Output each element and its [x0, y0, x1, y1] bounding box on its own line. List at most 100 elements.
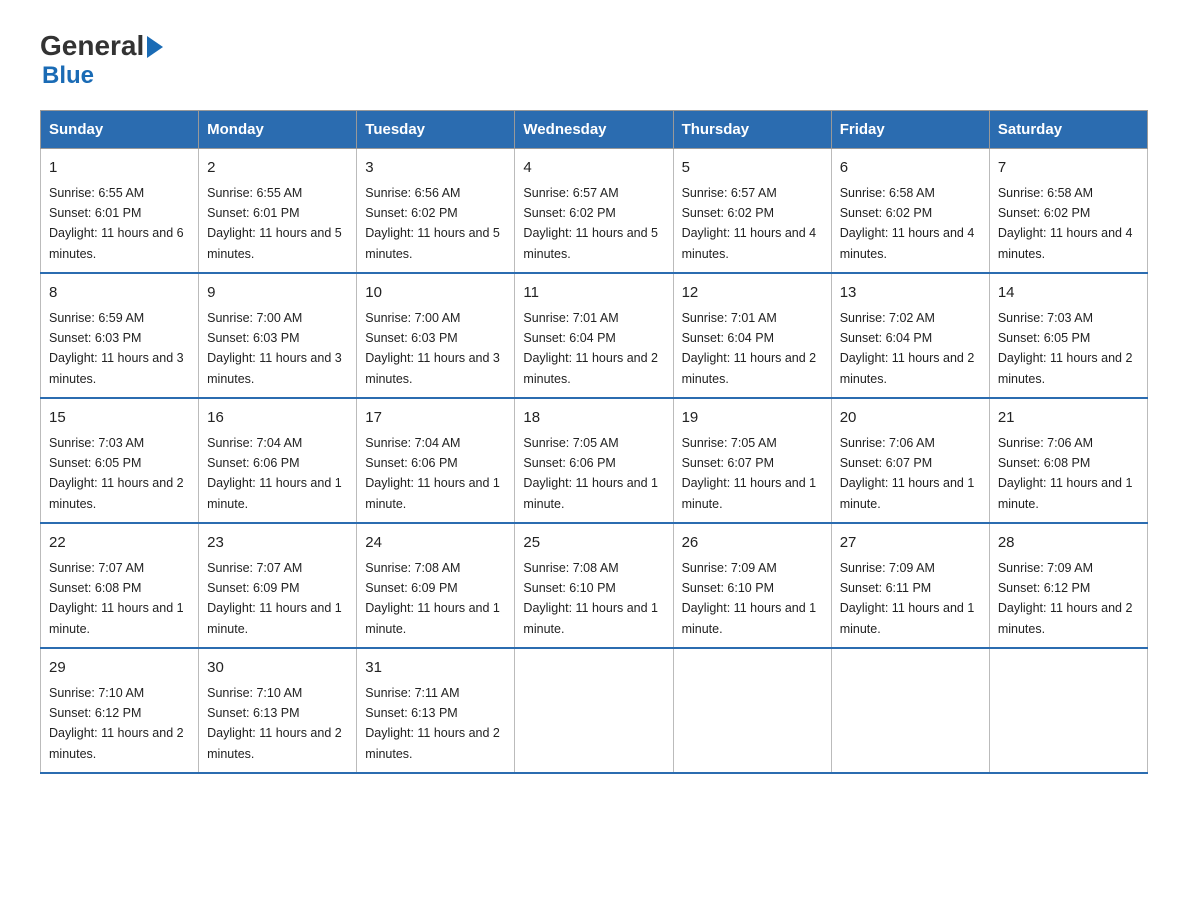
calendar-week-row: 22 Sunrise: 7:07 AMSunset: 6:08 PMDayligh…	[41, 523, 1148, 648]
day-info: Sunrise: 7:09 AMSunset: 6:11 PMDaylight:…	[840, 561, 975, 636]
day-info: Sunrise: 6:55 AMSunset: 6:01 PMDaylight:…	[207, 186, 342, 261]
logo: General Blue	[40, 30, 163, 90]
calendar-cell: 13Sunrise: 7:02 AMSunset: 6:04 PMDayligh…	[831, 273, 989, 398]
day-info: Sunrise: 7:11 AMSunset: 6:13 PMDaylight:…	[365, 686, 500, 761]
calendar-cell: 25 Sunrise: 7:08 AMSunset: 6:10 PMDayligh…	[515, 523, 673, 648]
calendar-cell: 4 Sunrise: 6:57 AMSunset: 6:02 PMDaylight…	[515, 149, 673, 274]
day-number: 31	[365, 657, 506, 680]
day-info: Sunrise: 7:10 AMSunset: 6:13 PMDaylight:…	[207, 686, 342, 761]
day-number: 28	[998, 532, 1139, 555]
day-info: Sunrise: 7:04 AMSunset: 6:06 PMDaylight:…	[365, 436, 500, 511]
day-number: 23	[207, 532, 348, 555]
day-number: 17	[365, 407, 506, 430]
calendar-header-row: SundayMondayTuesdayWednesdayThursdayFrid…	[41, 111, 1148, 149]
day-number: 3	[365, 157, 506, 180]
calendar-cell: 20Sunrise: 7:06 AMSunset: 6:07 PMDayligh…	[831, 398, 989, 523]
day-number: 22	[49, 532, 190, 555]
calendar-week-row: 8 Sunrise: 6:59 AMSunset: 6:03 PMDaylight…	[41, 273, 1148, 398]
day-info: Sunrise: 6:55 AMSunset: 6:01 PMDaylight:…	[49, 186, 184, 261]
day-number: 14	[998, 282, 1139, 305]
calendar-cell: 3 Sunrise: 6:56 AMSunset: 6:02 PMDaylight…	[357, 149, 515, 274]
day-info: Sunrise: 7:04 AMSunset: 6:06 PMDaylight:…	[207, 436, 342, 511]
day-info: Sunrise: 7:09 AMSunset: 6:10 PMDaylight:…	[682, 561, 817, 636]
calendar-cell: 9 Sunrise: 7:00 AMSunset: 6:03 PMDaylight…	[199, 273, 357, 398]
calendar-cell: 29 Sunrise: 7:10 AMSunset: 6:12 PMDayligh…	[41, 648, 199, 773]
day-of-week-header: Thursday	[673, 111, 831, 149]
day-number: 20	[840, 407, 981, 430]
calendar-cell: 30 Sunrise: 7:10 AMSunset: 6:13 PMDayligh…	[199, 648, 357, 773]
calendar-cell: 18Sunrise: 7:05 AMSunset: 6:06 PMDayligh…	[515, 398, 673, 523]
calendar-cell: 14 Sunrise: 7:03 AMSunset: 6:05 PMDayligh…	[989, 273, 1147, 398]
day-info: Sunrise: 7:07 AMSunset: 6:09 PMDaylight:…	[207, 561, 342, 636]
day-info: Sunrise: 6:59 AMSunset: 6:03 PMDaylight:…	[49, 311, 184, 386]
day-number: 15	[49, 407, 190, 430]
day-info: Sunrise: 7:06 AMSunset: 6:08 PMDaylight:…	[998, 436, 1133, 511]
day-info: Sunrise: 6:58 AMSunset: 6:02 PMDaylight:…	[840, 186, 975, 261]
day-of-week-header: Tuesday	[357, 111, 515, 149]
logo-general-text: General	[40, 30, 144, 62]
calendar-cell: 27 Sunrise: 7:09 AMSunset: 6:11 PMDayligh…	[831, 523, 989, 648]
calendar-cell	[989, 648, 1147, 773]
logo-blue-line: Blue	[40, 62, 163, 90]
day-number: 29	[49, 657, 190, 680]
page-header: General Blue	[40, 30, 1148, 90]
calendar-cell: 24 Sunrise: 7:08 AMSunset: 6:09 PMDayligh…	[357, 523, 515, 648]
calendar-cell: 1 Sunrise: 6:55 AMSunset: 6:01 PMDaylight…	[41, 149, 199, 274]
calendar-cell: 8 Sunrise: 6:59 AMSunset: 6:03 PMDaylight…	[41, 273, 199, 398]
day-of-week-header: Saturday	[989, 111, 1147, 149]
calendar-cell: 6 Sunrise: 6:58 AMSunset: 6:02 PMDaylight…	[831, 149, 989, 274]
day-of-week-header: Wednesday	[515, 111, 673, 149]
day-info: Sunrise: 7:01 AMSunset: 6:04 PMDaylight:…	[682, 311, 817, 386]
day-number: 10	[365, 282, 506, 305]
day-info: Sunrise: 7:09 AMSunset: 6:12 PMDaylight:…	[998, 561, 1133, 636]
day-of-week-header: Friday	[831, 111, 989, 149]
day-info: Sunrise: 7:08 AMSunset: 6:09 PMDaylight:…	[365, 561, 500, 636]
day-info: Sunrise: 7:00 AMSunset: 6:03 PMDaylight:…	[207, 311, 342, 386]
day-number: 7	[998, 157, 1139, 180]
day-info: Sunrise: 7:00 AMSunset: 6:03 PMDaylight:…	[365, 311, 500, 386]
day-number: 8	[49, 282, 190, 305]
day-number: 27	[840, 532, 981, 555]
day-info: Sunrise: 7:03 AMSunset: 6:05 PMDaylight:…	[998, 311, 1133, 386]
calendar-cell: 31 Sunrise: 7:11 AMSunset: 6:13 PMDayligh…	[357, 648, 515, 773]
calendar-cell: 26 Sunrise: 7:09 AMSunset: 6:10 PMDayligh…	[673, 523, 831, 648]
day-number: 21	[998, 407, 1139, 430]
calendar-cell	[515, 648, 673, 773]
day-of-week-header: Monday	[199, 111, 357, 149]
day-number: 1	[49, 157, 190, 180]
day-number: 5	[682, 157, 823, 180]
logo-blue-text: Blue	[42, 62, 94, 89]
calendar-cell: 28 Sunrise: 7:09 AMSunset: 6:12 PMDayligh…	[989, 523, 1147, 648]
day-number: 19	[682, 407, 823, 430]
day-info: Sunrise: 6:56 AMSunset: 6:02 PMDaylight:…	[365, 186, 500, 261]
day-number: 12	[682, 282, 823, 305]
day-number: 25	[523, 532, 664, 555]
calendar-cell: 10 Sunrise: 7:00 AMSunset: 6:03 PMDayligh…	[357, 273, 515, 398]
day-number: 24	[365, 532, 506, 555]
calendar-cell: 15Sunrise: 7:03 AMSunset: 6:05 PMDayligh…	[41, 398, 199, 523]
day-info: Sunrise: 7:01 AMSunset: 6:04 PMDaylight:…	[523, 311, 658, 386]
calendar-cell: 7 Sunrise: 6:58 AMSunset: 6:02 PMDaylight…	[989, 149, 1147, 274]
calendar-cell: 22 Sunrise: 7:07 AMSunset: 6:08 PMDayligh…	[41, 523, 199, 648]
calendar-cell	[673, 648, 831, 773]
day-info: Sunrise: 7:08 AMSunset: 6:10 PMDaylight:…	[523, 561, 658, 636]
day-number: 9	[207, 282, 348, 305]
calendar-cell: 2 Sunrise: 6:55 AMSunset: 6:01 PMDaylight…	[199, 149, 357, 274]
day-info: Sunrise: 6:57 AMSunset: 6:02 PMDaylight:…	[523, 186, 658, 261]
day-info: Sunrise: 7:07 AMSunset: 6:08 PMDaylight:…	[49, 561, 184, 636]
day-number: 11	[523, 282, 664, 305]
day-number: 26	[682, 532, 823, 555]
day-info: Sunrise: 7:05 AMSunset: 6:07 PMDaylight:…	[682, 436, 817, 511]
day-info: Sunrise: 7:10 AMSunset: 6:12 PMDaylight:…	[49, 686, 184, 761]
calendar-cell: 23 Sunrise: 7:07 AMSunset: 6:09 PMDayligh…	[199, 523, 357, 648]
calendar-cell	[831, 648, 989, 773]
calendar-week-row: 29 Sunrise: 7:10 AMSunset: 6:12 PMDayligh…	[41, 648, 1148, 773]
day-number: 30	[207, 657, 348, 680]
day-number: 4	[523, 157, 664, 180]
day-info: Sunrise: 7:05 AMSunset: 6:06 PMDaylight:…	[523, 436, 658, 511]
day-number: 2	[207, 157, 348, 180]
day-number: 16	[207, 407, 348, 430]
day-info: Sunrise: 6:58 AMSunset: 6:02 PMDaylight:…	[998, 186, 1133, 261]
calendar-table: SundayMondayTuesdayWednesdayThursdayFrid…	[40, 110, 1148, 774]
day-number: 6	[840, 157, 981, 180]
